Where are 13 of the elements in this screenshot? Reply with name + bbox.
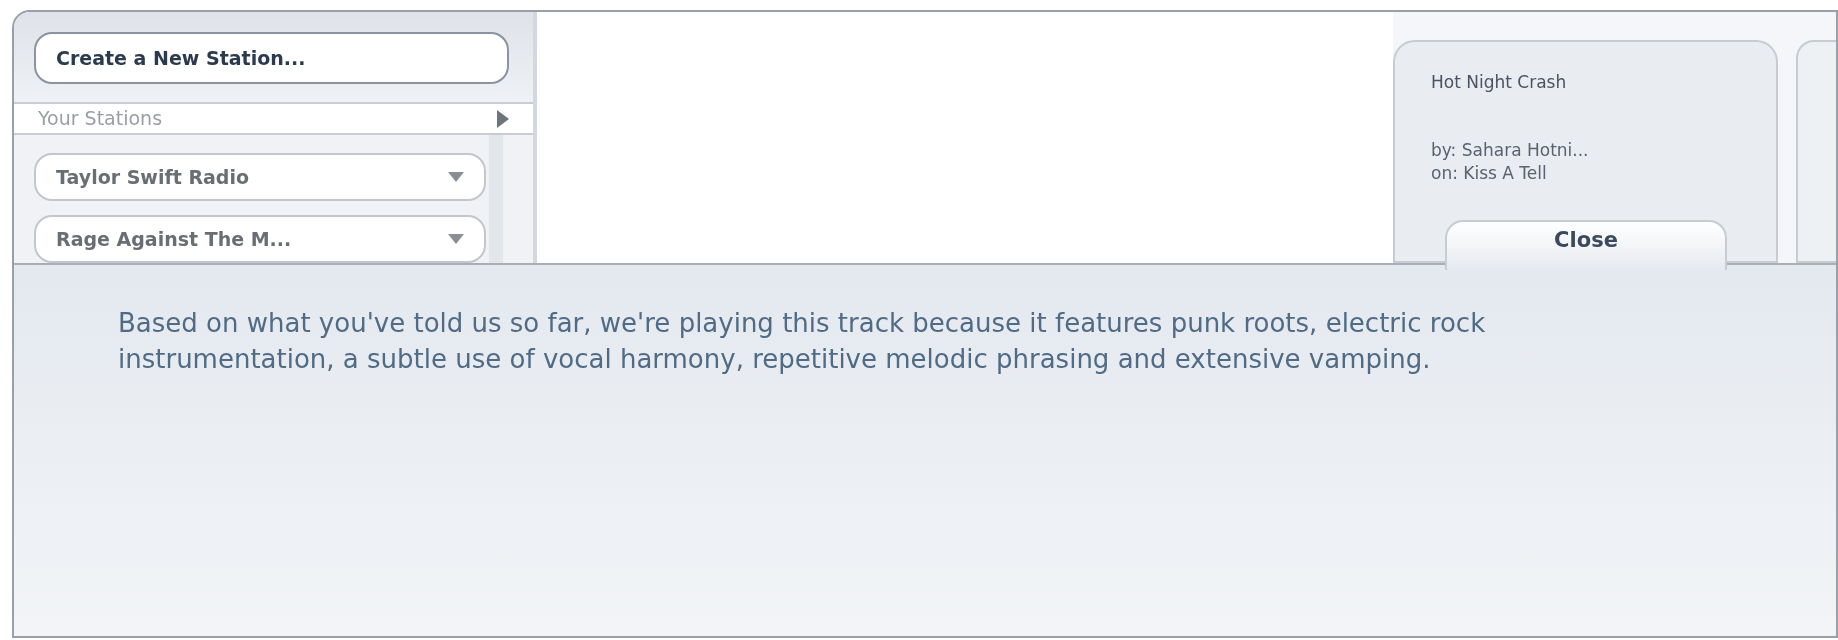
explanation-text: Based on what you've told us so far, we're playing this track because it features punk roots, electric rock instrumentation, a subtle use of vocal harmony, repetitive melodic phrasing and extensive vamping. <box>118 307 1487 376</box>
dropdown-caret-icon <box>448 172 464 182</box>
your-stations-label: Your Stations <box>38 106 163 132</box>
create-station-button[interactable]: Create a New Station... <box>34 32 509 84</box>
station-item[interactable]: Taylor Swift Radio <box>34 153 486 201</box>
arrow-right-icon <box>497 109 509 128</box>
dropdown-caret-icon <box>448 234 464 244</box>
your-stations-header[interactable]: Your Stations <box>14 104 533 135</box>
track-artist: by: Sahara Hotni... <box>1431 138 1590 162</box>
track-album: on: Kiss A Tell <box>1431 163 1548 183</box>
track-title: Hot Night Crash <box>1431 71 1568 94</box>
station-item[interactable]: Rage Against The M... <box>34 215 486 263</box>
close-button[interactable]: Close <box>1445 220 1727 270</box>
